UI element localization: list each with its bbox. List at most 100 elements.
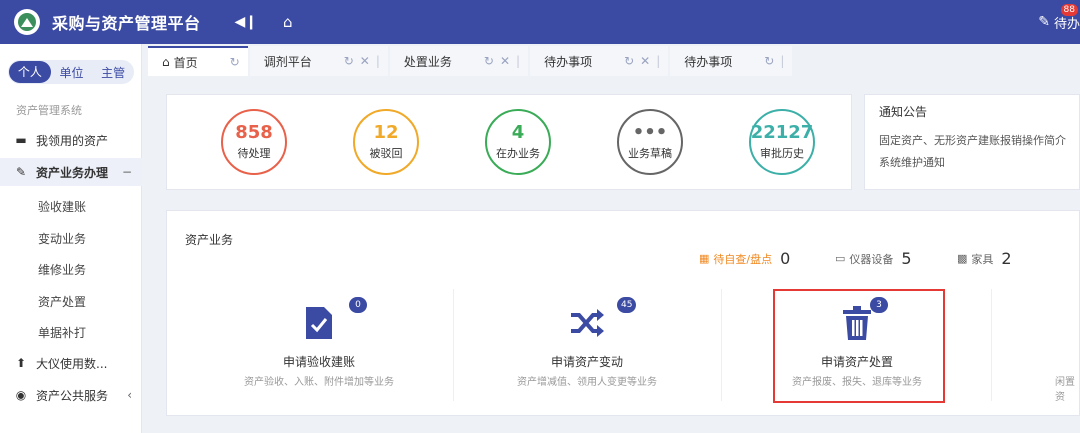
refresh-icon[interactable]: ↻ — [624, 54, 634, 68]
top-header: 采购与资产管理平台 ◀❙ ⌂ ✎ 待办 88 — [0, 0, 1080, 44]
stat-value: 858 — [235, 122, 273, 143]
refresh-icon[interactable]: ↻ — [764, 54, 774, 68]
role-personal-tab[interactable]: 个人 — [9, 61, 51, 83]
tab-home[interactable]: ⌂ 首页 ↻ — [148, 46, 248, 76]
refresh-icon[interactable]: ↻ — [344, 54, 354, 68]
collapse-icon: − — [121, 165, 132, 179]
sidebar-subitem-acceptance[interactable]: 验收建账 — [38, 198, 86, 215]
upload-icon: ⬆ — [15, 356, 27, 370]
metric-value: 5 — [901, 249, 912, 268]
stat-history[interactable]: 22127 审批历史 — [749, 109, 815, 175]
refresh-icon[interactable]: ↻ — [230, 55, 240, 69]
stat-label: 业务草稿 — [628, 147, 672, 160]
tab-todo-2[interactable]: 待办事项 ↻ | — [670, 46, 793, 76]
sidebar-item-label: 我领用的资产 — [36, 133, 109, 148]
sidebar-subitem-disposal[interactable]: 资产处置 — [38, 293, 86, 310]
tab-label: 首页 — [173, 55, 198, 70]
sidebar-item-label: 大仪使用数... — [36, 356, 108, 371]
sidebar-subitem-reprint[interactable]: 单据补打 — [38, 324, 86, 341]
document-check-icon — [299, 303, 339, 343]
expand-icon: ‹ — [127, 388, 132, 402]
stat-label: 被驳回 — [369, 147, 403, 160]
sidebar-section-title: 资产管理系统 — [16, 104, 82, 117]
pencil-icon: ✎ — [15, 165, 27, 179]
role-supervisor-tab[interactable]: 主管 — [92, 64, 134, 81]
tab-todo-1[interactable]: 待办事项 ↻ ✕ | — [530, 46, 669, 76]
stat-value: 12 — [373, 122, 399, 143]
tab-label: 待办事项 — [544, 54, 593, 69]
todo-entry[interactable]: ✎ 待办 88 — [1038, 0, 1080, 44]
card-badge: 0 — [349, 297, 367, 313]
stat-rejected[interactable]: 12 被驳回 — [353, 109, 419, 175]
notice-panel: 通知公告 固定资产、无形资产建账报销操作简介 系统维护通知 — [864, 94, 1080, 190]
globe-icon: ◉ — [15, 388, 27, 402]
card-desc: 资产验收、入账、附件增加等业务 — [244, 377, 394, 388]
stat-drafts[interactable]: ••• 业务草稿 — [617, 109, 683, 175]
home-icon[interactable]: ⌂ — [283, 13, 293, 31]
notice-title: 通知公告 — [879, 105, 928, 119]
close-icon[interactable]: ✕ — [640, 54, 650, 68]
highlight-box — [773, 289, 945, 403]
sidebar-subitem-change[interactable]: 变动业务 — [38, 230, 86, 247]
shuffle-icon — [567, 303, 607, 343]
close-icon[interactable]: ✕ — [360, 54, 370, 68]
card-badge: 45 — [617, 297, 637, 313]
edit-icon: ✎ — [1038, 14, 1050, 30]
app-title: 采购与资产管理平台 — [52, 14, 201, 33]
tab-label: 调剂平台 — [263, 54, 312, 69]
metric-value: 2 — [1001, 249, 1012, 268]
card-idle-assets[interactable]: 闲置资 — [999, 287, 1080, 405]
card-title: 申请资产变动 — [550, 355, 623, 369]
app-logo — [14, 9, 40, 35]
clipboard-icon: ▦ — [699, 252, 710, 265]
metric-instruments[interactable]: ▭ 仪器设备 5 — [835, 249, 912, 268]
metric-self-check[interactable]: ▦ 待自查/盘点 0 — [699, 249, 790, 268]
stats-panel: 858 待处理 12 被驳回 4 在办业务 ••• 业务草稿 22127 审批历… — [166, 94, 852, 190]
tab-label: 处置业务 — [403, 54, 452, 69]
asset-business-panel: 资产业务 ▦ 待自查/盘点 0 ▭ 仪器设备 5 ▩ 家具 2 0 申请验收建账… — [166, 210, 1080, 416]
tab-transfer-platform[interactable]: 调剂平台 ↻ ✕ | — [249, 46, 388, 76]
sidebar-item-label: 资产业务办理 — [36, 165, 109, 180]
tab-bar: ⌂ 首页 ↻ 调剂平台 ↻ ✕ | 处置业务 ↻ ✕ | 待办事项 ↻ ✕ | … — [148, 46, 1080, 76]
card-acceptance[interactable]: 0 申请验收建账 资产验收、入账、附件增加等业务 — [189, 287, 449, 405]
home-icon: ⌂ — [162, 55, 170, 69]
notice-item[interactable]: 系统维护通知 — [879, 152, 1079, 174]
sidebar-item-my-assets[interactable]: ▬ 我领用的资产 — [0, 126, 142, 154]
todo-badge: 88 — [1060, 4, 1078, 16]
laptop-icon: ▬ — [15, 133, 27, 147]
stat-pending[interactable]: 858 待处理 — [221, 109, 287, 175]
sidebar-item-instrument-usage[interactable]: ⬆ 大仪使用数... — [0, 349, 142, 377]
stat-value: 4 — [511, 122, 525, 143]
section-title: 资产业务 — [185, 233, 234, 247]
close-icon[interactable]: ✕ — [500, 54, 510, 68]
more-dots-icon: ••• — [632, 122, 668, 143]
sidebar-subitem-repair[interactable]: 维修业务 — [38, 261, 86, 278]
sofa-icon: ▩ — [957, 252, 968, 265]
card-desc: 资产增减值、领用人变更等业务 — [517, 377, 657, 388]
card-title: 申请验收建账 — [282, 355, 355, 369]
card-change[interactable]: 45 申请资产变动 资产增减值、领用人变更等业务 — [457, 287, 717, 405]
sidebar: 个人 单位 主管 资产管理系统 ▬ 我领用的资产 ✎ 资产业务办理 − 验收建账… — [0, 44, 142, 433]
sidebar-item-label: 资产公共服务 — [36, 388, 109, 403]
role-unit-tab[interactable]: 单位 — [51, 64, 93, 81]
card-desc: 闲置资 — [1055, 377, 1075, 403]
monitor-icon: ▭ — [835, 252, 846, 265]
metric-value: 0 — [780, 249, 791, 268]
tab-disposal-business[interactable]: 处置业务 ↻ ✕ | — [389, 46, 529, 76]
metric-label: 仪器设备 — [849, 252, 894, 266]
metric-label: 家具 — [971, 252, 994, 266]
sidebar-item-asset-business[interactable]: ✎ 资产业务办理 − — [0, 158, 142, 186]
refresh-icon[interactable]: ↻ — [484, 54, 494, 68]
stat-label: 待处理 — [237, 147, 271, 160]
notice-item[interactable]: 固定资产、无形资产建账报销操作简介 — [879, 130, 1079, 152]
stat-label: 审批历史 — [760, 147, 804, 160]
collapse-sidebar-icon[interactable]: ◀❙ — [235, 14, 258, 30]
role-switcher: 个人 单位 主管 — [8, 60, 134, 84]
stat-in-progress[interactable]: 4 在办业务 — [485, 109, 551, 175]
stat-value: 22127 — [750, 122, 814, 143]
tab-label: 待办事项 — [684, 54, 733, 69]
sidebar-item-public-service[interactable]: ◉ 资产公共服务 ‹ — [0, 381, 142, 409]
stat-label: 在办业务 — [496, 147, 540, 160]
metric-label: 待自查/盘点 — [713, 252, 773, 266]
metric-furniture[interactable]: ▩ 家具 2 — [957, 249, 1012, 268]
